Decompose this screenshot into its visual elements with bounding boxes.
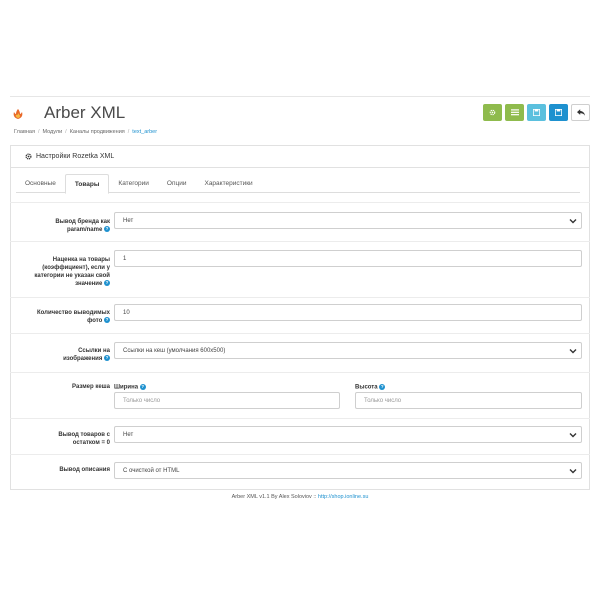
- description-select[interactable]: С очисткой от HTML: [114, 462, 582, 479]
- list-button[interactable]: [505, 104, 524, 121]
- height-label: Высота ?: [355, 384, 386, 391]
- footer: Arber XML v1.1 By Alex Soloviov :: http:…: [0, 494, 600, 500]
- save-icon: [555, 109, 562, 116]
- footer-link[interactable]: http://shop.ionline.su: [318, 494, 368, 500]
- row-divider: [10, 372, 590, 373]
- tab-options[interactable]: Опции: [158, 174, 196, 193]
- help-icon[interactable]: ?: [104, 226, 110, 233]
- tab-categories[interactable]: Категории: [109, 174, 158, 193]
- breadcrumb-item-modules[interactable]: Модули: [42, 129, 62, 135]
- footer-text: Arber XML v1.1 By Alex Soloviov ::: [231, 494, 318, 500]
- chevron-down-icon: [569, 349, 577, 354]
- breadcrumb-separator: /: [37, 129, 40, 135]
- save-icon: [533, 109, 540, 116]
- tab-attributes[interactable]: Характеристики: [195, 174, 261, 193]
- help-icon[interactable]: ?: [379, 384, 386, 390]
- toolbar: [483, 104, 590, 121]
- panel-heading: Настройки Rozetka XML: [11, 146, 589, 168]
- cache-size-label: Размер кеша: [72, 384, 110, 390]
- reply-icon: [576, 109, 585, 116]
- row-divider: [10, 418, 590, 419]
- chevron-down-icon: [569, 433, 577, 438]
- help-icon[interactable]: ?: [104, 317, 110, 324]
- settings-button[interactable]: [483, 104, 502, 121]
- width-label: Ширина ?: [114, 384, 146, 391]
- panel-title: Настройки Rozetka XML: [36, 153, 115, 160]
- brand-select[interactable]: Нет: [114, 212, 582, 229]
- save-light-button[interactable]: [527, 104, 546, 121]
- zero-stock-label: Вывод товаров с остатком = 0: [58, 432, 110, 446]
- row-divider: [10, 241, 590, 242]
- brand-label: Вывод бренда как param/name ?: [55, 219, 110, 233]
- help-icon[interactable]: ?: [139, 384, 146, 390]
- list-icon: [510, 109, 519, 116]
- gear-icon: [489, 109, 496, 116]
- back-button[interactable]: [571, 104, 590, 121]
- tabs: Основные Товары Категории Опции Характер…: [16, 174, 580, 194]
- page-title: Arber XML: [44, 103, 126, 122]
- help-icon[interactable]: ?: [104, 355, 110, 362]
- save-button[interactable]: [549, 104, 568, 121]
- breadcrumb-item-channels[interactable]: Каналы продвижения: [70, 129, 125, 135]
- cache-width-input[interactable]: Только число: [114, 392, 340, 409]
- breadcrumb-item-current[interactable]: text_arber: [132, 129, 157, 135]
- help-icon[interactable]: ?: [104, 280, 110, 287]
- breadcrumb-item-home[interactable]: Главная: [14, 129, 35, 135]
- markup-label: Наценка на товары (коэффициент), если у …: [34, 257, 110, 287]
- tab-general[interactable]: Основные: [16, 174, 65, 193]
- zero-stock-select[interactable]: Нет: [114, 426, 582, 443]
- header-divider: [10, 96, 590, 97]
- breadcrumb: Главная / Модули / Каналы продвижения / …: [14, 129, 157, 135]
- tab-products[interactable]: Товары: [64, 174, 110, 194]
- row-divider: [10, 454, 590, 455]
- markup-input[interactable]: 1: [114, 250, 582, 267]
- photo-count-label: Количество выводимых фото ?: [36, 310, 110, 324]
- chevron-down-icon: [569, 469, 577, 474]
- flame-logo-icon: [13, 109, 23, 119]
- breadcrumb-separator: /: [65, 129, 67, 135]
- chevron-down-icon: [569, 219, 577, 224]
- row-divider: [10, 202, 590, 203]
- row-divider: [10, 297, 590, 298]
- photo-count-input[interactable]: 10: [114, 304, 582, 321]
- gear-icon: [25, 153, 32, 160]
- image-links-select[interactable]: Ссылки на кеш (умолчания 600x500): [114, 342, 582, 359]
- cache-height-input[interactable]: Только число: [355, 392, 582, 409]
- row-divider: [10, 333, 590, 334]
- breadcrumb-separator: /: [127, 129, 130, 135]
- image-links-label: Ссылки на изображения ?: [63, 348, 110, 362]
- description-label: Вывод описания: [59, 467, 110, 473]
